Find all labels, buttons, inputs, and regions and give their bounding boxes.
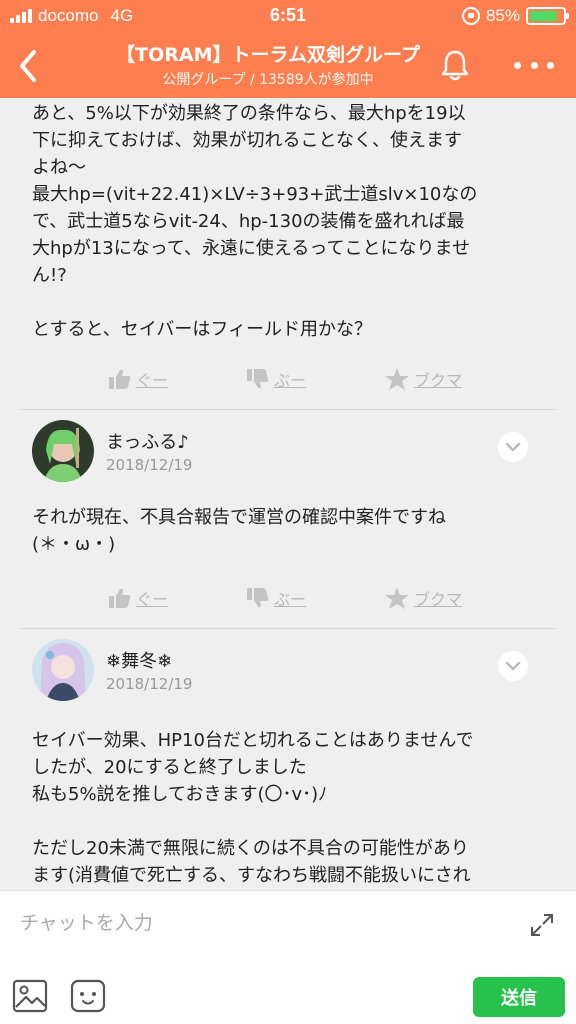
rotation-lock-icon: [461, 7, 480, 25]
message: あと、5%以下が効果終了の条件なら、最大hpを19以 下に抑えておけば、効果が切…: [0, 98, 576, 399]
boo-button[interactable]: ぶー: [246, 367, 384, 391]
bookmark-label: ブクマ: [414, 371, 463, 390]
star-icon: [385, 587, 409, 609]
message: ❄舞冬❄ 2018/12/19 セイバー効果、HP10台だと切れることはありませ…: [0, 629, 576, 890]
boo-label: ぶー: [274, 371, 307, 390]
post-date: 2018/12/19: [106, 456, 193, 474]
message-text: セイバー効果、HP10台だと切れることはありませんで したが、20にすると終了し…: [32, 730, 474, 886]
chat-input[interactable]: [20, 907, 500, 939]
more-icon[interactable]: [514, 50, 554, 80]
good-button[interactable]: ぐー: [108, 586, 246, 610]
message: まっふる♪ 2018/12/19 それが現在、不具合報告で運営の確認中案件ですね…: [0, 410, 576, 618]
bookmark-button[interactable]: ブクマ: [384, 586, 522, 610]
post-header: ❄舞冬❄ 2018/12/19: [0, 629, 576, 703]
battery-icon: [526, 7, 569, 25]
star-icon: [385, 368, 409, 390]
message-list[interactable]: あと、5%以下が効果終了の条件なら、最大hpを19以 下に抑えておけば、効果が切…: [0, 98, 576, 890]
author-name[interactable]: ❄舞冬❄: [106, 647, 172, 673]
post-header: まっふる♪ 2018/12/19: [0, 410, 576, 484]
boo-button[interactable]: ぶー: [246, 586, 384, 610]
thumbs-down-icon: [247, 588, 269, 608]
bookmark-label: ブクマ: [414, 590, 463, 609]
boo-label: ぶー: [274, 590, 307, 609]
author-name[interactable]: まっふる♪: [106, 428, 189, 454]
chevron-down-icon[interactable]: [498, 432, 528, 462]
thumbs-down-icon: [247, 369, 269, 389]
group-title[interactable]: 【TORAM】トーラム双剣グループ: [70, 40, 466, 67]
image-icon[interactable]: [12, 979, 48, 1013]
avatar[interactable]: [32, 639, 94, 701]
emoji-icon[interactable]: [70, 979, 106, 1013]
good-label: ぐー: [136, 590, 169, 609]
chevron-down-icon[interactable]: [498, 651, 528, 681]
send-button[interactable]: 送信: [473, 977, 565, 1017]
good-label: ぐー: [136, 371, 169, 390]
avatar[interactable]: [32, 420, 94, 482]
chat-input-bar: 送信: [0, 890, 576, 1024]
back-icon[interactable]: [14, 48, 44, 84]
good-button[interactable]: ぐー: [108, 367, 246, 391]
thumbs-up-icon: [109, 588, 131, 608]
expand-icon[interactable]: [528, 911, 556, 939]
group-header: 【TORAM】トーラム双剣グループ 公開グループ / 13589人が参加中: [0, 34, 576, 98]
message-actions: ぐー ぶー ブクマ: [0, 359, 576, 399]
message-text: あと、5%以下が効果終了の条件なら、最大hpを19以 下に抑えておけば、効果が切…: [32, 103, 478, 340]
post-date: 2018/12/19: [106, 675, 193, 693]
battery-percent: 85%: [485, 6, 520, 25]
status-right: 85%: [461, 6, 569, 26]
message-text: それが現在、不具合報告で運営の確認中案件ですね (＊・ω・): [32, 507, 446, 555]
bookmark-button[interactable]: ブクマ: [384, 367, 522, 391]
group-subtitle: 公開グループ / 13589人が参加中: [162, 72, 374, 88]
message-actions: ぐー ぶー ブクマ: [0, 578, 576, 618]
bell-icon[interactable]: [438, 48, 472, 82]
status-bar: docomo 4G 6:51 85%: [0, 0, 576, 34]
thumbs-up-icon: [109, 369, 131, 389]
